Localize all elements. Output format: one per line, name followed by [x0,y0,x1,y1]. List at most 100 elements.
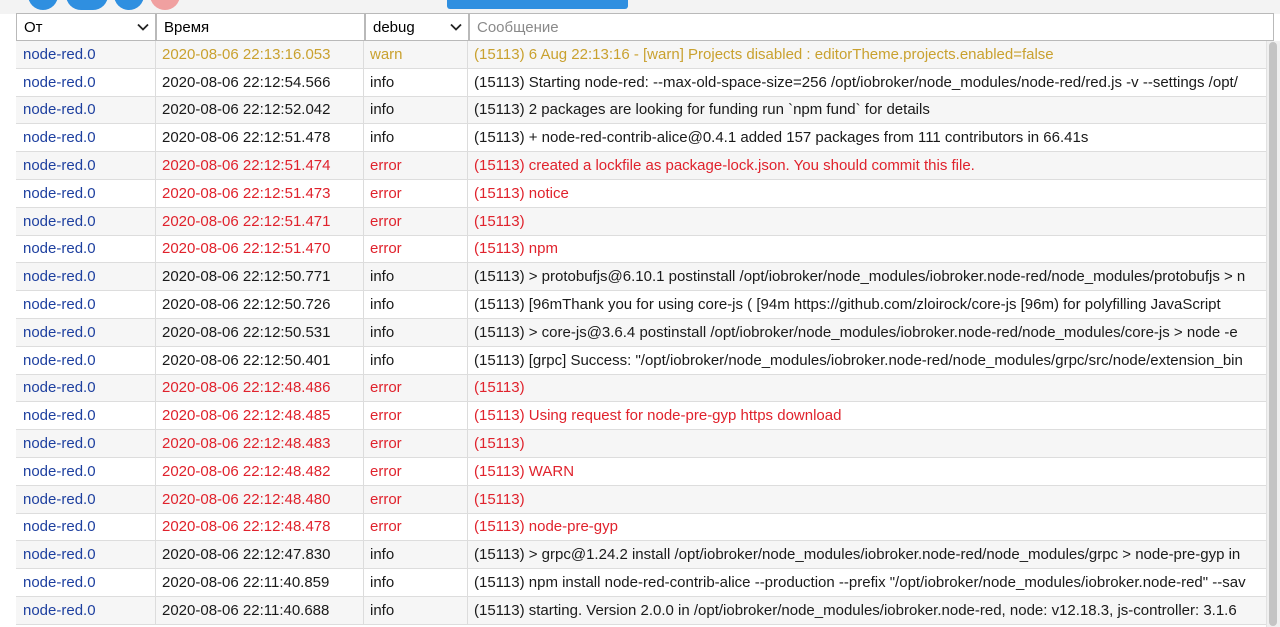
log-message: (15113) [474,212,525,230]
log-row: node-red.0 2020-08-06 22:12:47.830 info (15… [16,541,1266,570]
log-source: node-red.0 [16,402,156,430]
log-source: node-red.0 [16,430,156,457]
log-level: info [364,569,468,596]
log-level: error [364,485,468,513]
log-level: info [364,596,468,624]
log-message: (15113) Using request for node-pre-gyp h… [474,407,842,425]
log-source: node-red.0 [16,207,156,235]
log-level: info [364,263,468,291]
log-source: node-red.0 [16,318,156,346]
log-level: error [364,235,468,263]
log-row: node-red.0 2020-08-06 22:12:48.482 error (1… [16,457,1266,486]
log-source: node-red.0 [16,179,156,207]
log-row: node-red.0 2020-08-06 22:12:50.771 info (15… [16,263,1266,292]
log-source: node-red.0 [16,541,156,569]
log-level: info [364,346,468,374]
log-time: 2020-08-06 22:12:52.042 [156,96,364,124]
toolbar-primary-button[interactable] [447,0,628,9]
log-row: node-red.0 2020-08-06 22:12:50.401 info (15… [16,346,1266,375]
level-filter-select[interactable]: debug [365,13,469,41]
log-message: (15113) npm [474,240,558,258]
log-time: 2020-08-06 22:12:51.470 [156,235,364,263]
chevron-down-icon [137,23,149,31]
log-time: 2020-08-06 22:12:48.482 [156,457,364,485]
log-message: (15113) starting. Version 2.0.0 in /opt/… [474,601,1237,619]
log-level: warn [364,41,468,68]
log-level: error [364,402,468,430]
toolbar-round-button[interactable] [28,0,58,10]
log-level: info [364,541,468,569]
log-source: node-red.0 [16,152,156,179]
log-level: error [364,513,468,541]
log-message: (15113) 2 packages are looking for fundi… [474,101,930,119]
log-message: (15113) [474,490,525,508]
log-level: info [364,318,468,346]
toolbar-round-button[interactable] [114,0,144,10]
log-row: node-red.0 2020-08-06 22:12:51.474 error (1… [16,152,1266,180]
log-message: (15113) Starting node-red: --max-old-spa… [474,73,1238,91]
log-time: 2020-08-06 22:12:48.480 [156,485,364,513]
log-level: info [364,291,468,318]
log-source: node-red.0 [16,263,156,291]
log-source: node-red.0 [16,485,156,513]
log-row: node-red.0 2020-08-06 22:12:48.483 error (1… [16,430,1266,458]
time-filter-field[interactable]: Время [156,13,365,41]
log-source: node-red.0 [16,346,156,374]
log-message: (15113) notice [474,184,569,202]
log-time: 2020-08-06 22:12:54.566 [156,68,364,96]
log-row: node-red.0 2020-08-06 22:12:48.486 error (1… [16,374,1266,403]
log-message: (15113) [96mThank you for using core-js … [474,296,1221,314]
log-message: (15113) npm install node-red-contrib-ali… [474,574,1246,592]
chevron-down-icon [450,23,462,31]
log-time: 2020-08-06 22:12:48.486 [156,374,364,402]
log-source: node-red.0 [16,68,156,96]
log-source: node-red.0 [16,291,156,318]
log-time: 2020-08-06 22:12:47.830 [156,541,364,569]
log-scrollbar[interactable] [1266,41,1280,627]
top-toolbar [0,0,1280,14]
log-time: 2020-08-06 22:12:48.485 [156,402,364,430]
log-row: node-red.0 2020-08-06 22:12:48.478 error (1… [16,513,1266,542]
log-source: node-red.0 [16,235,156,263]
log-row: node-red.0 2020-08-06 22:11:40.859 info (15… [16,569,1266,597]
source-filter-select[interactable]: От [16,13,156,41]
log-row: node-red.0 2020-08-06 22:12:51.478 info (15… [16,124,1266,153]
log-message: (15113) node-pre-gyp [474,518,618,536]
toolbar-round-button[interactable] [66,0,108,10]
log-level: error [364,152,468,179]
log-time: 2020-08-06 22:11:40.859 [156,569,364,596]
log-row: node-red.0 2020-08-06 22:12:52.042 info (15… [16,96,1266,125]
level-filter-label: debug [373,18,415,36]
log-message: (15113) WARN [474,462,575,480]
log-row: node-red.0 2020-08-06 22:12:50.531 info (15… [16,318,1266,347]
log-level: info [364,68,468,96]
log-time: 2020-08-06 22:12:50.726 [156,291,364,318]
log-row: node-red.0 2020-08-06 22:11:40.688 info (15… [16,596,1266,625]
log-message: (15113) + node-red-contrib-alice@0.4.1 a… [474,129,1089,147]
log-source: node-red.0 [16,374,156,402]
log-row: node-red.0 2020-08-06 22:12:51.471 error (1… [16,207,1266,236]
log-time: 2020-08-06 22:11:40.688 [156,596,364,624]
log-row: node-red.0 2020-08-06 22:12:51.473 error (1… [16,179,1266,208]
log-message: (15113) created a lockfile as package-lo… [474,157,975,175]
scrollbar-thumb[interactable] [1269,42,1277,626]
log-row: node-red.0 2020-08-06 22:12:48.485 error (1… [16,402,1266,431]
log-source: node-red.0 [16,596,156,624]
log-level: error [364,179,468,207]
log-time: 2020-08-06 22:12:51.471 [156,207,364,235]
log-message: (15113) > protobufjs@6.10.1 postinstall … [474,268,1246,286]
log-time: 2020-08-06 22:12:50.531 [156,318,364,346]
log-source: node-red.0 [16,41,156,68]
log-filter-bar: От Время debug Сообщение [16,13,1274,42]
log-time: 2020-08-06 22:12:50.771 [156,263,364,291]
message-filter-input[interactable]: Сообщение [469,13,1274,41]
log-level: error [364,374,468,402]
log-time: 2020-08-06 22:12:51.474 [156,152,364,179]
log-level: error [364,457,468,485]
log-level: error [364,430,468,457]
log-source: node-red.0 [16,513,156,541]
time-filter-label: Время [164,18,210,36]
log-level: error [364,207,468,235]
toolbar-delete-button[interactable] [150,0,180,10]
log-message: (15113) 6 Aug 22:13:16 - [warn] Projects… [474,45,1054,63]
